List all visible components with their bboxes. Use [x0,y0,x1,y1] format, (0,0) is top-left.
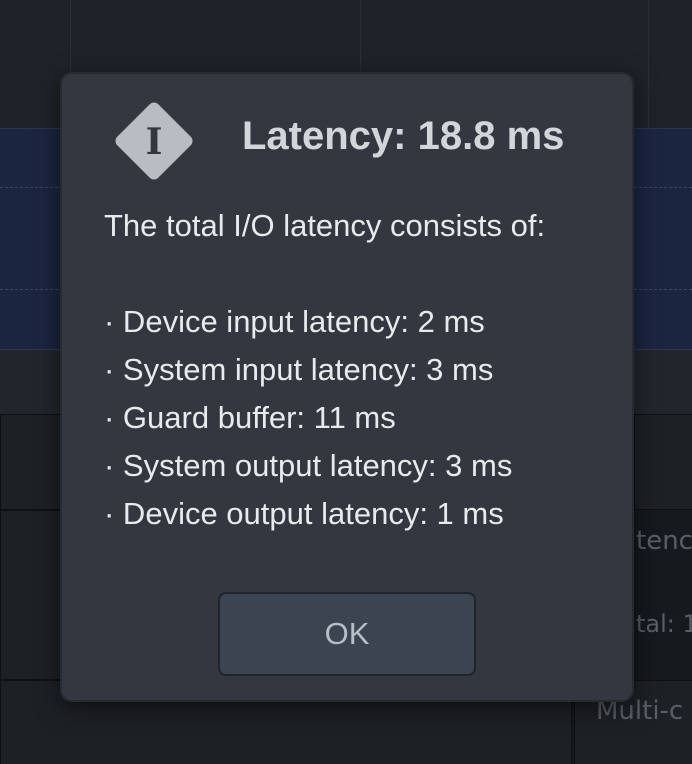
svg-text:I: I [146,121,163,163]
info-icon: I [115,102,193,180]
ruler-gridline [648,0,649,128]
background-label: tenc [636,526,692,556]
settings-cell [0,510,62,680]
latency-dialog: I Latency: 18.8 ms The total I/O latency… [60,72,634,702]
ok-button[interactable]: OK [218,592,476,676]
settings-cell [0,414,62,510]
latency-item: · Device output latency: 1 ms [104,496,504,531]
dialog-title: Latency: 18.8 ms [242,114,565,158]
dialog-message: The total I/O latency consists of: · Dev… [104,202,614,538]
latency-item: · Device input latency: 2 ms [104,304,485,339]
dialog-intro: The total I/O latency consists of: [104,208,546,243]
settings-cell [634,414,692,510]
background-label: tal: 1 [636,610,692,638]
latency-item: · System input latency: 3 ms [104,352,494,387]
latency-item: · System output latency: 3 ms [104,448,513,483]
latency-item: · Guard buffer: 11 ms [104,400,396,435]
